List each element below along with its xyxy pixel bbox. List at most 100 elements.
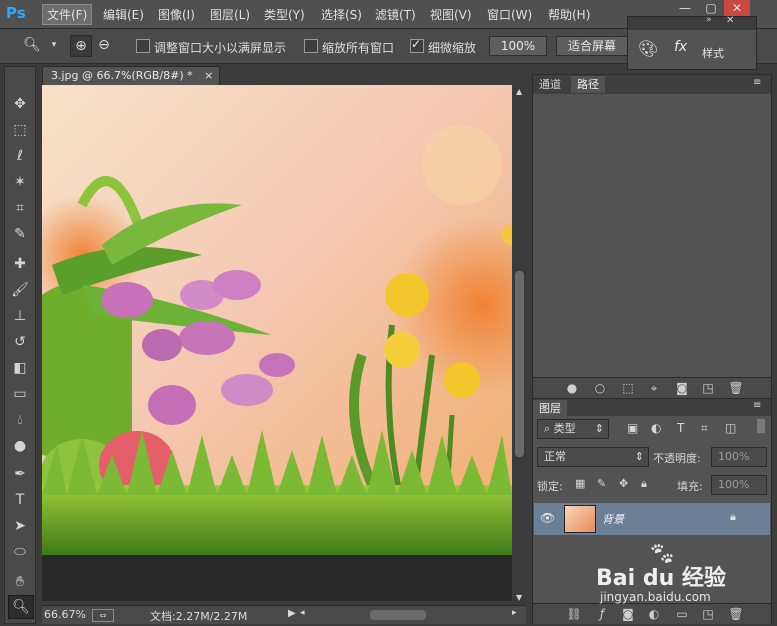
scrubby-zoom-checkbox[interactable] bbox=[410, 37, 424, 53]
layers-panel-menu-icon[interactable]: ≡ bbox=[753, 400, 761, 411]
zoom-all-label: 缩放所有窗口 bbox=[322, 41, 395, 55]
document-tab[interactable]: 3.jpg @ 66.7%(RGB/8#) * × bbox=[42, 66, 220, 85]
link-layers-icon[interactable]: ⛓︎ bbox=[565, 604, 583, 624]
history-brush-icon[interactable]: ↺ bbox=[8, 331, 32, 353]
status-preview-icon[interactable]: ⇔ bbox=[92, 609, 114, 622]
visibility-eye-icon[interactable]: 👁︎ bbox=[540, 511, 555, 525]
filter-kind-value: 类型 bbox=[553, 422, 576, 435]
zoom-100-button[interactable]: 100% bbox=[489, 36, 547, 56]
gradient-tool-icon[interactable]: ▭ bbox=[8, 383, 32, 405]
menu-window[interactable]: 窗口(W) bbox=[483, 5, 536, 24]
brush-tool-icon[interactable]: 🖌︎ bbox=[8, 279, 32, 301]
status-menu-arrow-icon[interactable]: ▶ bbox=[288, 608, 296, 619]
menu-view[interactable]: 视图(V) bbox=[426, 5, 476, 24]
layer-thumbnail bbox=[564, 505, 596, 533]
scroll-up-icon[interactable]: ▲ bbox=[516, 87, 522, 96]
layer-lock-icon: 🔒︎ bbox=[730, 510, 736, 523]
ellipse-tool-icon[interactable]: ⬭ bbox=[8, 541, 32, 563]
menu-type[interactable]: 类型(Y) bbox=[260, 5, 309, 24]
document-tab-title: 3.jpg @ 66.7%(RGB/8#) * bbox=[51, 69, 193, 82]
clone-stamp-icon[interactable]: ⊥ bbox=[8, 305, 32, 327]
filter-smart-icon[interactable]: ◫ bbox=[725, 421, 736, 435]
filter-shape-icon[interactable]: ⌗ bbox=[701, 421, 708, 436]
canvas-vertical-scrollbar[interactable]: ▲ ▼ bbox=[513, 85, 526, 605]
dodge-tool-icon[interactable]: ● bbox=[8, 435, 32, 457]
lock-position-icon[interactable]: ✥ bbox=[619, 477, 628, 490]
filter-adjustment-icon[interactable]: ◐ bbox=[651, 421, 661, 435]
status-bar: 66.67% ⇔ 文档:2.27M/2.27M ▶ ◂ ▸ bbox=[42, 605, 526, 624]
menu-help[interactable]: 帮助(H) bbox=[544, 5, 594, 24]
healing-brush-icon[interactable]: ✚ bbox=[8, 253, 32, 275]
stroke-path-icon[interactable]: ○ bbox=[591, 378, 609, 398]
load-selection-icon[interactable]: ⬚ bbox=[619, 378, 637, 398]
zoom-out-icon[interactable]: ⊖ bbox=[94, 35, 114, 55]
palette-icon[interactable]: 🎨︎ bbox=[638, 39, 658, 58]
resize-windows-checkbox[interactable] bbox=[136, 39, 150, 53]
opacity-field[interactable]: 100% bbox=[711, 447, 767, 467]
blend-mode-dropdown[interactable]: 正常 ⇕ bbox=[537, 447, 649, 467]
lasso-tool-icon[interactable]: ℓ bbox=[8, 145, 32, 167]
lock-image-icon[interactable]: ✎ bbox=[597, 477, 606, 490]
type-tool-icon[interactable]: T bbox=[8, 489, 32, 511]
tab-paths[interactable]: 路径 bbox=[571, 76, 605, 93]
lock-label: 锁定: bbox=[537, 480, 563, 493]
tab-close-icon[interactable]: × bbox=[204, 69, 213, 82]
zoom-tool-preset-icon[interactable]: 🔍︎ bbox=[22, 35, 42, 55]
scroll-left-icon[interactable]: ◂ bbox=[300, 608, 305, 618]
zoom-in-icon[interactable]: ⊕ bbox=[70, 35, 92, 57]
fill-path-icon[interactable]: ● bbox=[563, 378, 581, 398]
fill-label: 填充: bbox=[677, 480, 703, 493]
menu-filter[interactable]: 滤镜(T) bbox=[371, 5, 420, 24]
eraser-tool-icon[interactable]: ◧ bbox=[8, 357, 32, 379]
lock-all-icon[interactable]: 🔒︎ bbox=[641, 477, 647, 491]
preset-dropdown-icon[interactable]: ▾ bbox=[44, 35, 64, 55]
make-workpath-icon[interactable]: ⌖ bbox=[645, 378, 663, 398]
blend-mode-value: 正常 bbox=[544, 450, 566, 463]
scroll-down-icon[interactable]: ▼ bbox=[516, 593, 522, 602]
layer-filter-dropdown[interactable]: ⌕ 类型 ⇕ bbox=[537, 419, 609, 439]
menu-edit[interactable]: 编辑(E) bbox=[99, 5, 148, 24]
marquee-tool-icon[interactable]: ⬚ bbox=[8, 119, 32, 141]
styles-label[interactable]: 样式 bbox=[702, 45, 724, 61]
eyedropper-icon[interactable]: ✎ bbox=[8, 223, 32, 245]
zoom-tool-icon[interactable]: 🔍︎ bbox=[8, 595, 34, 619]
filter-pixel-icon[interactable]: ▣ bbox=[627, 421, 638, 435]
photo-canvas[interactable] bbox=[42, 85, 512, 555]
pen-tool-icon[interactable]: ✒ bbox=[8, 463, 32, 485]
zoom-readout[interactable]: 66.67% bbox=[44, 608, 86, 621]
paths-panel-menu-icon[interactable]: ≡ bbox=[753, 77, 761, 88]
collapse-icon[interactable]: » bbox=[706, 15, 712, 25]
fill-field[interactable]: 100% bbox=[711, 475, 767, 495]
horizontal-scroll-thumb[interactable] bbox=[370, 610, 426, 620]
menu-select[interactable]: 选择(S) bbox=[317, 5, 366, 24]
delete-path-icon[interactable]: 🗑︎ bbox=[727, 378, 745, 398]
magic-wand-icon[interactable]: ✶ bbox=[8, 171, 32, 193]
chevron-updown-icon: ⇕ bbox=[634, 450, 644, 463]
layer-name[interactable]: 背景 bbox=[602, 511, 624, 527]
filter-toggle-switch[interactable] bbox=[757, 419, 765, 433]
tab-layers[interactable]: 图层 bbox=[533, 400, 567, 417]
baidu-jingyan-watermark: 🐾︎ Bai du 经验 jingyan.baidu.com bbox=[594, 542, 764, 624]
vertical-scroll-thumb[interactable] bbox=[515, 271, 524, 457]
fit-screen-button[interactable]: 适合屏幕 bbox=[556, 36, 628, 56]
hand-tool-icon[interactable]: ✋︎ bbox=[8, 571, 32, 593]
menu-image[interactable]: 图像(I) bbox=[154, 5, 199, 24]
scroll-right-icon[interactable]: ▸ bbox=[512, 608, 517, 618]
zoom-all-checkbox[interactable] bbox=[304, 39, 318, 53]
move-tool-icon[interactable]: ✥ bbox=[8, 93, 32, 115]
blur-tool-icon[interactable]: 💧︎ bbox=[8, 409, 32, 431]
canvas-area[interactable] bbox=[42, 85, 512, 601]
layer-row-background[interactable]: 👁︎ 背景 🔒︎ bbox=[534, 503, 770, 535]
tab-channels[interactable]: 通道 bbox=[533, 76, 567, 93]
float-close-icon[interactable]: ✕ bbox=[726, 15, 734, 26]
path-selection-icon[interactable]: ➤ bbox=[8, 515, 32, 537]
float-panel-header[interactable]: » ✕ bbox=[628, 15, 756, 30]
add-mask-icon[interactable]: ◙ bbox=[673, 378, 691, 398]
lock-transparent-icon[interactable]: ▦ bbox=[575, 477, 585, 490]
filter-type-icon[interactable]: T bbox=[677, 421, 684, 435]
crop-tool-icon[interactable]: ⌗ bbox=[8, 197, 32, 219]
new-path-icon[interactable]: ◳ bbox=[699, 378, 717, 398]
fx-icon[interactable]: fx bbox=[674, 39, 687, 55]
menu-layer[interactable]: 图层(L) bbox=[206, 5, 254, 24]
menu-file[interactable]: 文件(F) bbox=[42, 4, 93, 25]
